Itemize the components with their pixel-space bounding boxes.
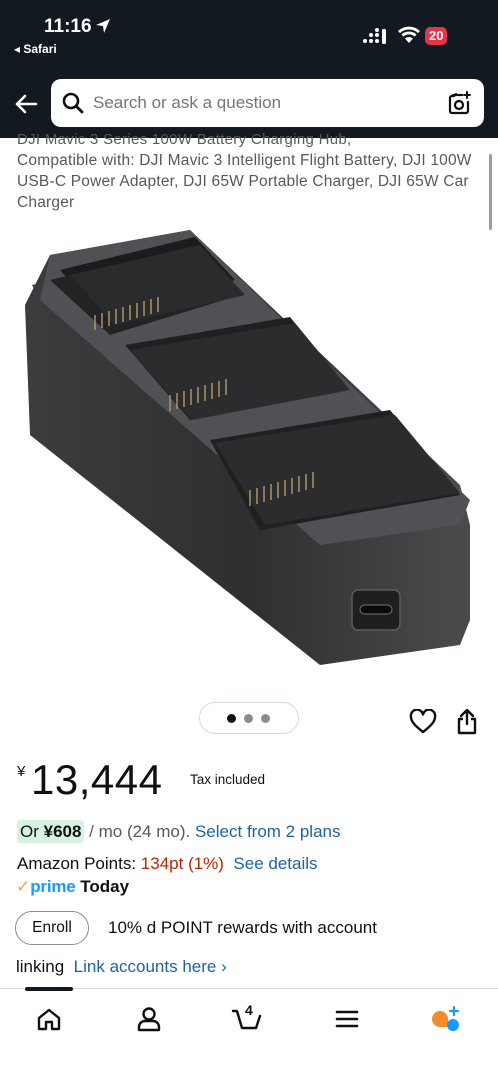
carousel-dot[interactable]	[244, 714, 253, 723]
top-header: 11:16 ◂ Safari 20	[0, 0, 498, 138]
reward-text: 10% d POINT rewards with account	[108, 918, 377, 937]
points-label: Amazon Points:	[17, 854, 141, 873]
link-accounts-link[interactable]: Link accounts here ›	[74, 957, 227, 976]
select-plans-link[interactable]: Select from 2 plans	[195, 822, 341, 841]
reward-text-continued: linking	[16, 957, 65, 976]
installment-badge: Or ¥608	[17, 820, 85, 843]
tax-note: Tax included	[190, 772, 266, 787]
heart-icon[interactable]	[409, 709, 437, 735]
cart-count: 4	[245, 1002, 253, 1018]
home-icon[interactable]	[31, 1001, 67, 1037]
bottom-nav: 4	[0, 987, 498, 1080]
carousel-dot[interactable]	[227, 714, 236, 723]
points-percent: (1%)	[188, 854, 224, 873]
points-value: 134pt	[140, 854, 184, 873]
reward-linking-line: linking Link accounts here ›	[16, 957, 227, 977]
nav-active-indicator	[25, 987, 73, 991]
installment-line: Or ¥608 / mo (24 mo). Select from 2 plan…	[17, 820, 341, 843]
search-box[interactable]	[51, 79, 484, 127]
page-scrollbar[interactable]	[489, 154, 492, 230]
price-currency: ¥	[17, 763, 26, 780]
search-icon	[62, 92, 84, 114]
amazon-points-line: Amazon Points: 134pt (1%) See details	[17, 854, 318, 874]
image-carousel-indicator[interactable]	[199, 702, 299, 734]
prime-check-icon: ✓	[16, 877, 31, 896]
prime-logo: prime	[30, 877, 76, 896]
menu-icon[interactable]	[329, 1001, 365, 1037]
back-arrow-icon[interactable]	[12, 90, 40, 118]
location-arrow-icon	[96, 19, 110, 33]
camera-lens-icon[interactable]	[446, 90, 472, 116]
carousel-dot[interactable]	[261, 714, 270, 723]
product-image[interactable]	[20, 225, 480, 675]
wifi-icon	[398, 26, 420, 43]
back-to-safari[interactable]: ◂ Safari	[14, 42, 57, 56]
product-description: Compatible with: DJI Mavic 3 Intelligent…	[17, 152, 472, 211]
enroll-button[interactable]: Enroll	[15, 911, 89, 945]
rufus-icon[interactable]	[428, 1001, 464, 1037]
product-title-partial: DJI Mavic 3 Series 100W Battery Charging…	[17, 131, 352, 148]
battery-indicator: 20	[425, 27, 448, 45]
installment-term: / mo (24 mo).	[84, 822, 195, 841]
search-input[interactable]	[93, 79, 433, 127]
cart-button[interactable]: 4	[229, 1001, 265, 1037]
signal-icon	[363, 28, 386, 44]
see-details-link[interactable]: See details	[233, 854, 317, 873]
share-icon[interactable]	[455, 707, 479, 735]
prime-delivery: ✓prime Today	[16, 877, 129, 897]
status-time: 11:16	[44, 16, 92, 37]
delivery-day: Today	[80, 877, 130, 896]
price-amount: 13,444	[31, 756, 163, 803]
account-icon[interactable]	[131, 1001, 167, 1037]
